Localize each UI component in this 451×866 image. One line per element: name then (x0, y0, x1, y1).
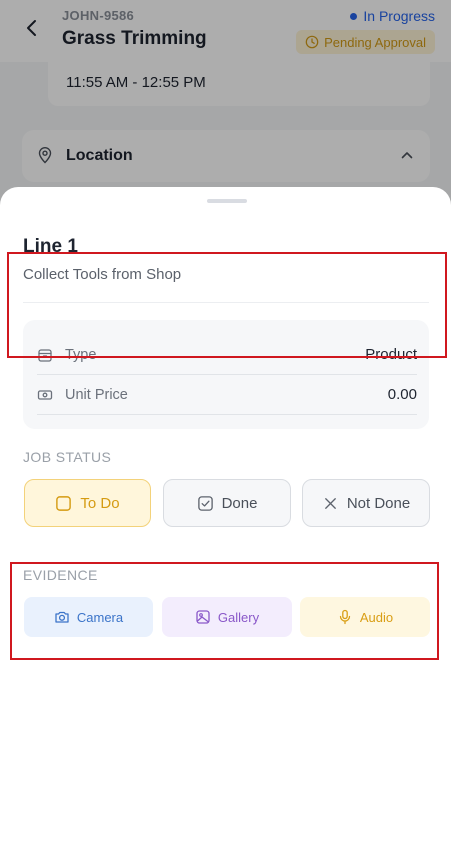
detail-value: 0.00 (387, 386, 417, 403)
not-done-label: Not Done (346, 494, 411, 512)
evidence-title: EVIDENCE (23, 567, 98, 583)
sheet-drag-handle[interactable] (207, 199, 247, 203)
audio-button[interactable]: Audio (300, 597, 430, 637)
x-icon (324, 497, 336, 509)
camera-icon (55, 611, 69, 623)
microphone-icon (339, 609, 351, 625)
camera-button[interactable]: Camera (24, 597, 153, 637)
audio-label: Audio (359, 609, 394, 625)
detail-label: Unit Price (65, 386, 128, 403)
checkbox-checked-icon (197, 495, 213, 511)
camera-label: Camera (76, 609, 124, 625)
to-do-label: To Do (80, 494, 120, 512)
cash-icon (37, 389, 53, 400)
checkbox-empty-icon (56, 495, 72, 511)
gallery-button[interactable]: Gallery (162, 597, 292, 637)
not-done-button[interactable]: Not Done (302, 479, 430, 527)
to-do-button[interactable]: To Do (24, 479, 151, 527)
gallery-label: Gallery (217, 609, 260, 625)
done-button[interactable]: Done (163, 479, 291, 527)
job-status-highlight (7, 252, 447, 358)
image-icon (196, 610, 210, 624)
job-status-title: JOB STATUS (23, 449, 112, 465)
done-label: Done (221, 494, 258, 512)
detail-row-unit-price: Unit Price 0.00 (37, 375, 417, 415)
